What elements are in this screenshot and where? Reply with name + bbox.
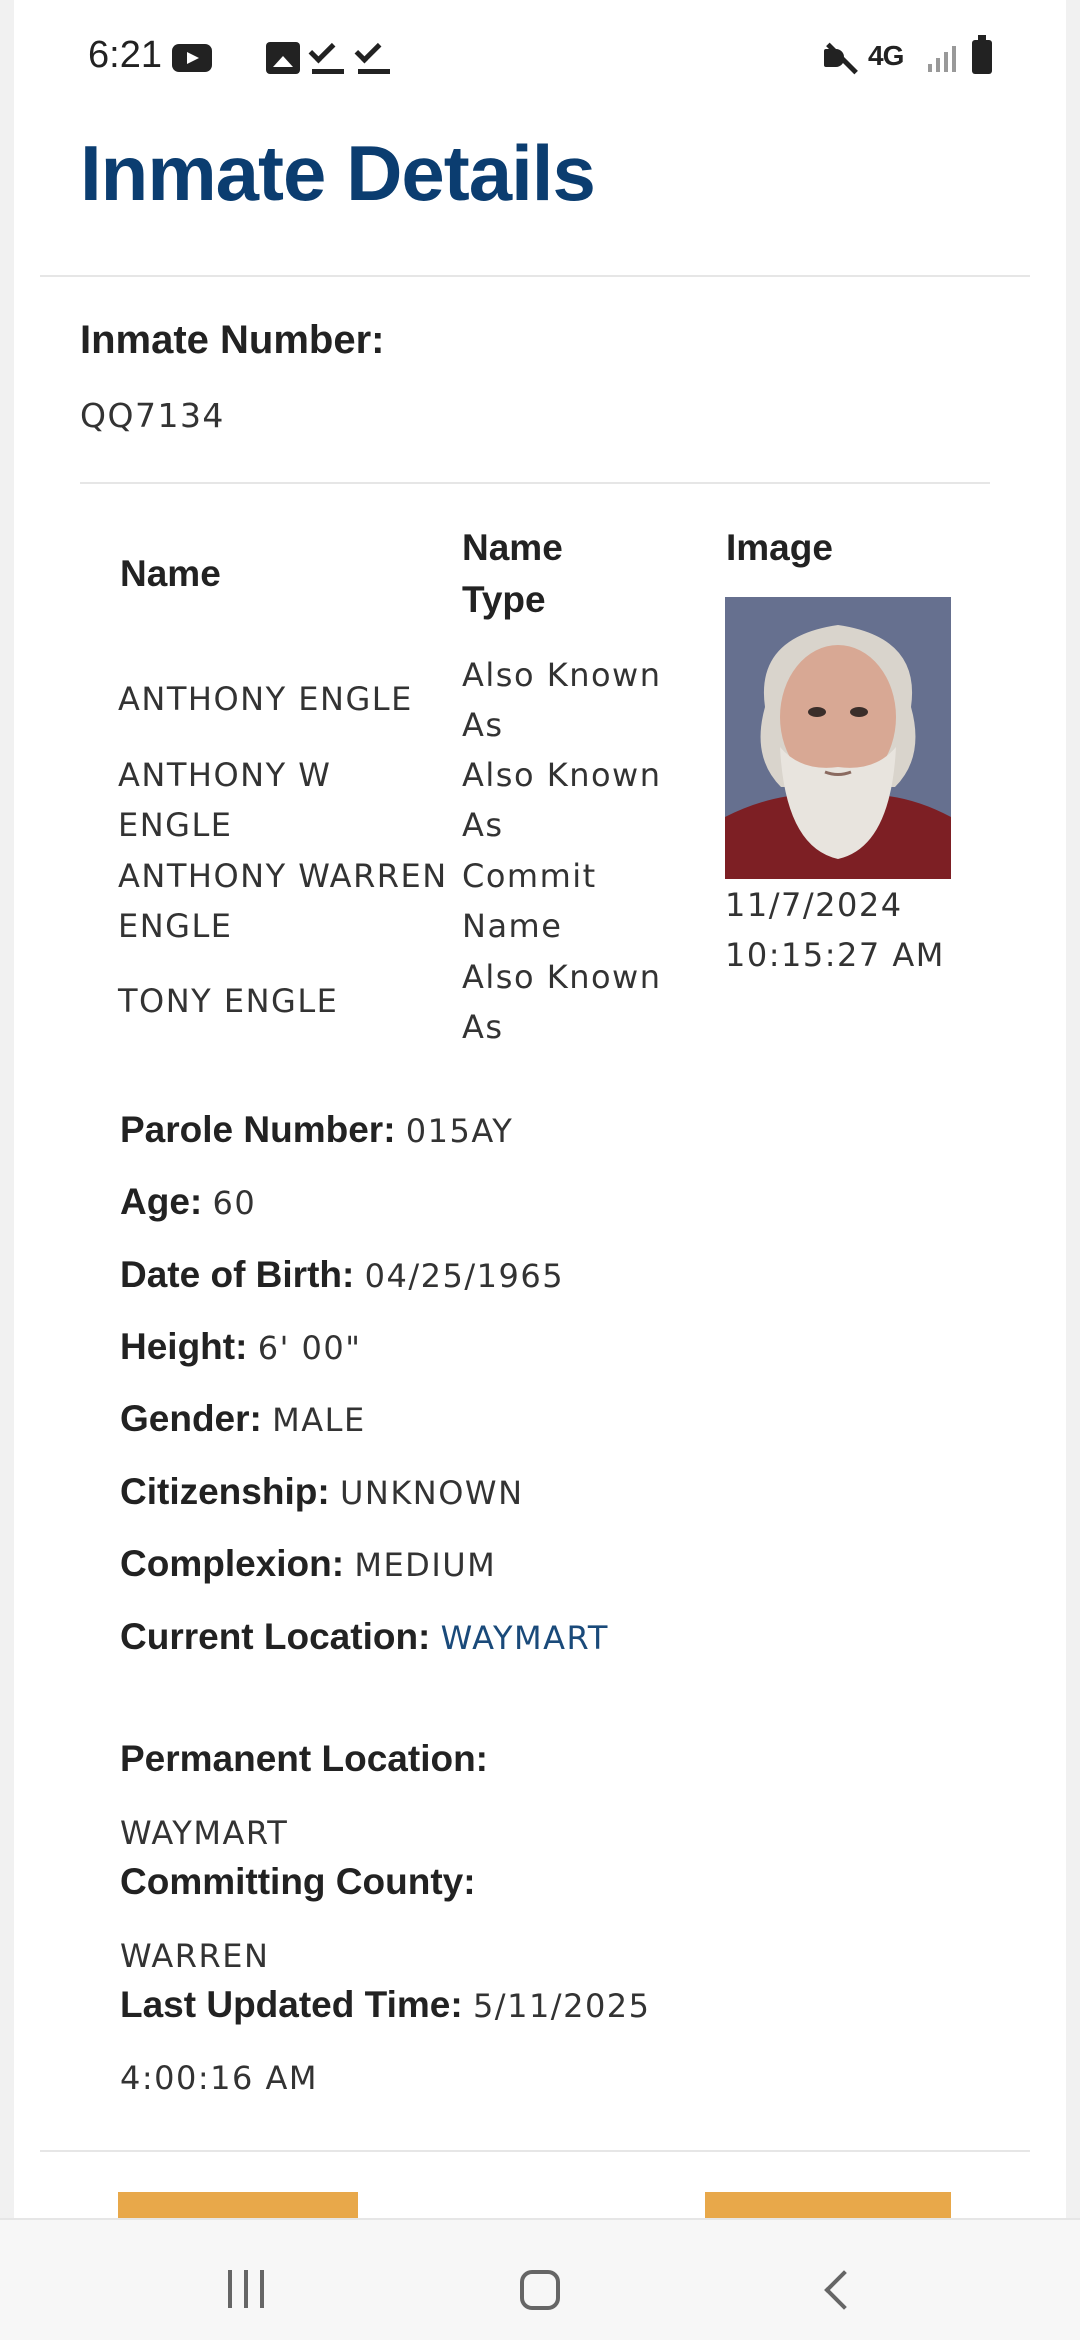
citizenship-value: UNKNOWN — [339, 1474, 524, 1512]
check-icon — [308, 36, 346, 74]
inmate-photo[interactable] — [725, 597, 951, 879]
current-location-link[interactable]: WAYMART — [441, 1619, 609, 1657]
gender-label: Gender: — [120, 1398, 262, 1439]
table-cell-name-type: Commit Name — [462, 857, 597, 945]
dob-row: Date of Birth: 04/25/1965 — [120, 1249, 564, 1302]
last-updated-time: 4:00:16 AM — [120, 2059, 319, 2097]
gallery-icon — [266, 42, 300, 74]
last-updated-row: Last Updated Time: 5/11/2025 — [120, 1979, 651, 2032]
last-updated-date: 5/11/2025 — [472, 1987, 651, 2025]
mute-icon — [822, 40, 858, 76]
table-header-image: Image — [726, 527, 833, 568]
divider — [80, 482, 990, 484]
table-cell-name: ANTHONY ENGLE — [118, 680, 413, 718]
battery-icon — [972, 35, 992, 74]
left-edge — [0, 0, 14, 2340]
permanent-location-label: Permanent Location: — [120, 1738, 488, 1779]
age-row: Age: 60 — [120, 1176, 256, 1229]
citizenship-row: Citizenship: UNKNOWN — [120, 1466, 524, 1519]
dob-value: 04/25/1965 — [364, 1257, 565, 1295]
system-nav-bar — [0, 2218, 1080, 2340]
status-bar: 6:21 4G — [0, 0, 1080, 115]
table-cell-name-type: Also Known As — [462, 756, 662, 844]
recent-apps-icon[interactable] — [228, 2270, 266, 2310]
divider — [40, 2150, 1030, 2152]
age-label: Age: — [120, 1181, 203, 1222]
home-icon[interactable] — [520, 2270, 560, 2310]
committing-county-value: WARREN — [120, 1937, 270, 1975]
parole-number-label: Parole Number: — [120, 1109, 396, 1150]
signal-icon — [928, 44, 958, 72]
current-location-row: Current Location: WAYMART — [120, 1611, 609, 1664]
status-time: 6:21 — [88, 34, 162, 76]
table-cell-name-type: Also Known As — [462, 656, 662, 744]
table-cell-name-type: Also Known As — [462, 958, 662, 1046]
inmate-number-value: QQ7134 — [80, 396, 225, 435]
committing-county-label: Committing County: — [120, 1861, 476, 1902]
height-value: 6' 00" — [257, 1329, 362, 1367]
complexion-value: MEDIUM — [354, 1546, 497, 1584]
height-row: Height: 6' 00" — [120, 1321, 361, 1374]
right-edge — [1066, 0, 1080, 2340]
gender-value: MALE — [272, 1401, 366, 1439]
gender-row: Gender: MALE — [120, 1393, 366, 1446]
complexion-label: Complexion: — [120, 1543, 345, 1584]
youtube-icon — [172, 44, 212, 72]
parole-number-value: 015AY — [405, 1112, 514, 1150]
permanent-location-value: WAYMART — [120, 1814, 289, 1852]
page-title: Inmate Details — [80, 129, 596, 217]
right-action-button[interactable] — [705, 2192, 951, 2220]
parole-number-row: Parole Number: 015AY — [120, 1104, 513, 1157]
check-icon — [354, 36, 392, 74]
table-cell-name: ANTHONY WARREN ENGLE — [118, 857, 448, 945]
complexion-row: Complexion: MEDIUM — [120, 1538, 496, 1591]
current-location-label: Current Location: — [120, 1616, 431, 1657]
table-cell-name: TONY ENGLE — [118, 982, 339, 1020]
table-header-name-type: Name Type — [462, 527, 563, 620]
network-type: 4G — [868, 40, 904, 71]
last-updated-label: Last Updated Time: — [120, 1984, 463, 2025]
inmate-number-label: Inmate Number: — [80, 318, 385, 362]
height-label: Height: — [120, 1326, 248, 1367]
citizenship-label: Citizenship: — [120, 1471, 330, 1512]
back-icon[interactable] — [824, 2270, 864, 2310]
dob-label: Date of Birth: — [120, 1254, 355, 1295]
inmate-details-page: 6:21 4G Inmate Details Inmate Number: QQ… — [0, 0, 1080, 2340]
left-action-button[interactable] — [118, 2192, 358, 2220]
age-value: 60 — [212, 1184, 257, 1222]
divider — [40, 275, 1030, 277]
table-cell-name: ANTHONY W ENGLE — [118, 756, 332, 844]
table-header-name: Name — [120, 553, 221, 594]
photo-timestamp: 11/7/2024 10:15:27 AM — [725, 886, 945, 974]
